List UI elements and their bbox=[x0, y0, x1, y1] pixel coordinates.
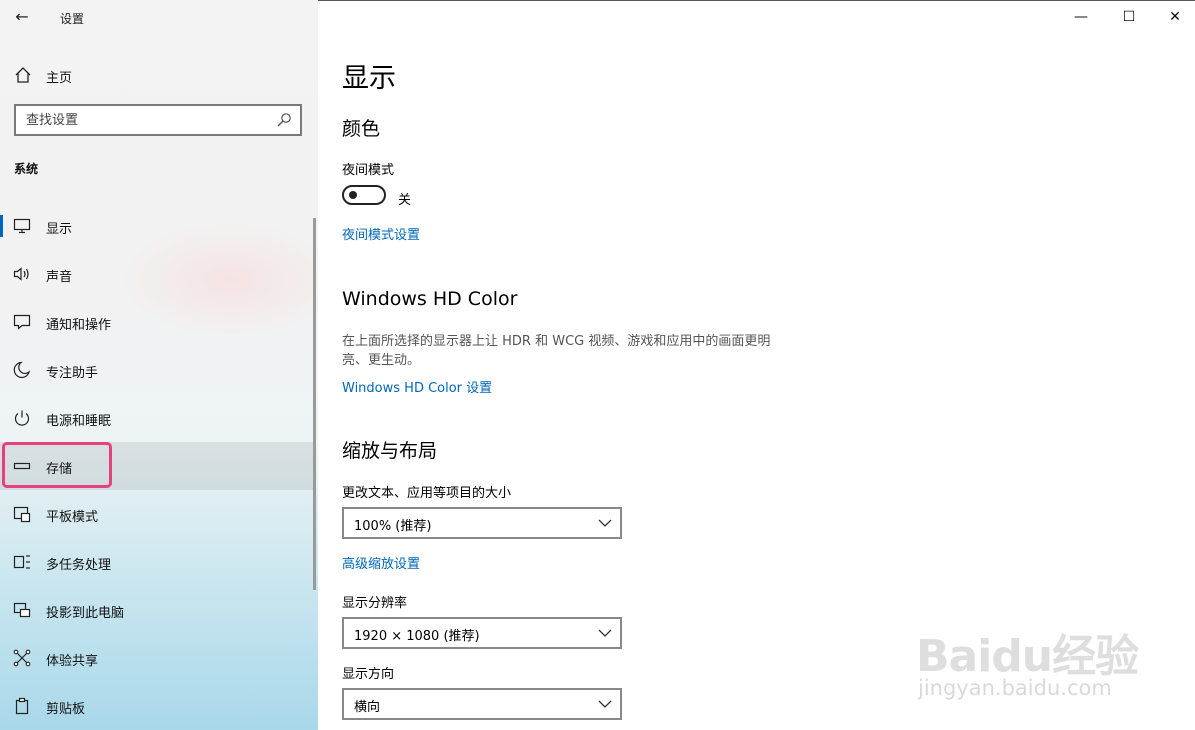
home-label: 主页 bbox=[46, 71, 73, 86]
sidebar: ← 设置 主页 系统 显示 声音 bbox=[0, 0, 318, 730]
speaker-icon bbox=[13, 267, 29, 281]
sidebar-item-label: 剪贴板 bbox=[46, 702, 86, 717]
sidebar-item-display[interactable]: 显示 bbox=[0, 202, 314, 250]
sidebar-item-multitasking[interactable]: 多任务处理 bbox=[0, 538, 314, 586]
chevron-down-icon bbox=[598, 519, 612, 527]
sidebar-item-label: 体验共享 bbox=[46, 654, 99, 669]
sidebar-item-label: 通知和操作 bbox=[46, 318, 112, 333]
multitask-icon bbox=[13, 555, 30, 569]
sidebar-item-label: 声音 bbox=[46, 270, 73, 285]
hd-color-settings-link[interactable]: Windows HD Color 设置 bbox=[342, 377, 492, 396]
home-nav-item[interactable]: 主页 bbox=[0, 60, 318, 90]
sidebar-item-label: 投影到此电脑 bbox=[46, 606, 125, 621]
sidebar-item-power-sleep[interactable]: 电源和睡眠 bbox=[0, 394, 314, 442]
sidebar-item-sound[interactable]: 声音 bbox=[0, 250, 314, 298]
sidebar-item-project-to-pc[interactable]: 投影到此电脑 bbox=[0, 586, 314, 634]
orientation-label: 显示方向 bbox=[342, 667, 395, 682]
share-icon bbox=[13, 649, 31, 667]
chevron-down-icon bbox=[598, 700, 612, 708]
back-button[interactable]: ← bbox=[10, 6, 34, 28]
sidebar-item-tablet-mode[interactable]: 平板模式 bbox=[0, 490, 314, 538]
section-heading-scale-layout: 缩放与布局 bbox=[342, 440, 438, 462]
app-title: 设置 bbox=[60, 12, 85, 26]
sidebar-scrollbar[interactable] bbox=[313, 218, 316, 590]
night-mode-settings-link[interactable]: 夜间模式设置 bbox=[342, 224, 420, 243]
search-input[interactable] bbox=[26, 106, 266, 134]
close-button[interactable]: ✕ bbox=[1160, 6, 1190, 28]
home-icon bbox=[15, 67, 31, 83]
project-icon bbox=[13, 602, 31, 618]
sidebar-item-focus-assist[interactable]: 专注助手 bbox=[0, 346, 314, 394]
sidebar-item-notifications[interactable]: 通知和操作 bbox=[0, 298, 314, 346]
section-heading-color: 颜色 bbox=[342, 118, 381, 140]
resolution-label: 显示分辨率 bbox=[342, 596, 408, 611]
section-heading-hd-color: Windows HD Color bbox=[342, 288, 518, 310]
text-size-dropdown[interactable]: 100% (推荐) bbox=[342, 507, 622, 539]
text-size-value: 100% (推荐) bbox=[354, 519, 432, 534]
advanced-scaling-link[interactable]: 高级缩放设置 bbox=[342, 553, 420, 572]
resolution-dropdown[interactable]: 1920 × 1080 (推荐) bbox=[342, 617, 622, 649]
sidebar-item-shared-experiences[interactable]: 体验共享 bbox=[0, 634, 314, 682]
power-icon bbox=[14, 410, 30, 426]
night-mode-toggle[interactable] bbox=[342, 185, 386, 205]
sidebar-item-clipboard[interactable]: 剪贴板 bbox=[0, 682, 314, 730]
hd-color-description: 在上面所选择的显示器上让 HDR 和 WCG 视频、游戏和应用中的画面更明亮、更… bbox=[342, 334, 771, 368]
search-box[interactable] bbox=[14, 104, 302, 136]
watermark-url: jingyan.baidu.com bbox=[918, 676, 1112, 700]
search-icon[interactable] bbox=[276, 112, 292, 128]
minimize-button[interactable]: — bbox=[1066, 6, 1096, 28]
text-size-label: 更改文本、应用等项目的大小 bbox=[342, 486, 512, 501]
baidu-watermark: Baidu经验 jingyan.baidu.com bbox=[916, 600, 1156, 710]
moon-icon bbox=[13, 361, 31, 378]
orientation-value: 横向 bbox=[354, 700, 381, 715]
chevron-down-icon bbox=[598, 629, 612, 637]
sidebar-item-label: 显示 bbox=[46, 222, 73, 237]
highlight-annotation bbox=[2, 442, 112, 488]
section-label-system: 系统 bbox=[14, 162, 39, 176]
night-mode-label: 夜间模式 bbox=[342, 163, 395, 178]
active-indicator bbox=[0, 215, 3, 237]
watermark-logo: Baidu经验 bbox=[916, 631, 1139, 682]
tablet-icon bbox=[13, 506, 31, 523]
page-title: 显示 bbox=[342, 63, 396, 94]
sidebar-item-label: 平板模式 bbox=[46, 510, 99, 525]
notification-icon bbox=[13, 314, 31, 330]
toggle-knob bbox=[349, 191, 357, 199]
maximize-button[interactable]: ☐ bbox=[1114, 6, 1144, 28]
sidebar-item-label: 专注助手 bbox=[46, 366, 99, 381]
sidebar-item-label: 多任务处理 bbox=[46, 558, 112, 573]
resolution-value: 1920 × 1080 (推荐) bbox=[354, 629, 480, 644]
orientation-dropdown[interactable]: 横向 bbox=[342, 688, 622, 720]
sidebar-item-label: 电源和睡眠 bbox=[46, 414, 112, 429]
clipboard-icon bbox=[15, 697, 29, 715]
window-top-border bbox=[318, 0, 1195, 1]
night-mode-state: 关 bbox=[398, 193, 412, 208]
title-bar: ← 设置 bbox=[0, 0, 318, 34]
monitor-icon bbox=[13, 218, 31, 234]
